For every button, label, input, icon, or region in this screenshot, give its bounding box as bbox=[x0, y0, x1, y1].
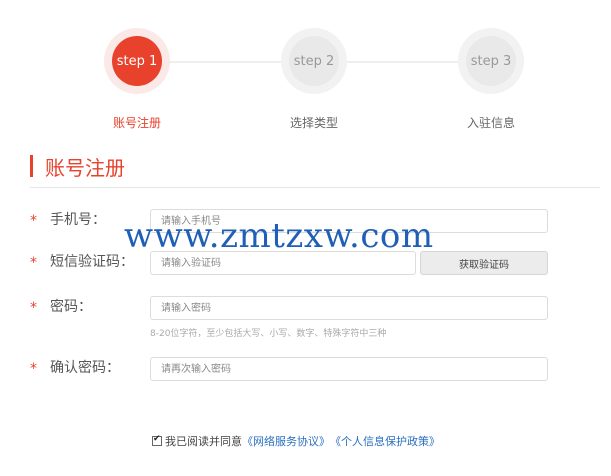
required-mark: * bbox=[30, 255, 37, 271]
step-1-indicator: step 1 bbox=[104, 28, 170, 94]
step-2-label: 选择类型 bbox=[289, 116, 338, 130]
required-mark: * bbox=[30, 213, 37, 229]
step-3-label: 入驻信息 bbox=[466, 116, 515, 130]
confirm-password-label: 确认密码： bbox=[50, 360, 120, 376]
password-label: 密码： bbox=[50, 299, 92, 315]
step-connector bbox=[163, 61, 281, 63]
page-title: 账号注册 bbox=[30, 152, 125, 180]
watermark: www.zmtzxw.com bbox=[124, 216, 434, 256]
page-title-text: 账号注册 bbox=[45, 155, 125, 180]
confirm-row: * 确认密码： bbox=[30, 357, 570, 383]
password-row: * 密码： 8-20位字符，至少包括大写、小写、数字、特殊字符中三种 bbox=[30, 296, 570, 342]
step-1-label: 账号注册 bbox=[112, 116, 161, 130]
required-mark: * bbox=[30, 300, 37, 316]
registration-stepper: step 1 step 2 step 3 账号注册 选择类型 入驻信息 bbox=[0, 0, 611, 140]
step-2-indicator: step 2 bbox=[281, 28, 347, 94]
service-agreement-link[interactable]: 《网络服务协议》 bbox=[242, 433, 330, 449]
confirm-password-input[interactable] bbox=[150, 357, 548, 381]
sms-label: 短信验证码： bbox=[50, 254, 134, 270]
step-3-indicator: step 3 bbox=[458, 28, 524, 94]
step-2-badge: step 2 bbox=[289, 36, 339, 86]
agreement-row: 我已阅读并同意 《网络服务协议》 《个人信息保护政策》 bbox=[152, 433, 440, 449]
phone-label: 手机号： bbox=[50, 212, 106, 228]
agreement-text: 我已阅读并同意 bbox=[165, 435, 242, 448]
password-hint: 8-20位字符，至少包括大写、小写、数字、特殊字符中三种 bbox=[150, 329, 387, 339]
step-1-badge: step 1 bbox=[112, 36, 162, 86]
required-mark: * bbox=[30, 361, 37, 377]
title-divider bbox=[30, 187, 600, 188]
privacy-policy-link[interactable]: 《个人信息保护政策》 bbox=[330, 433, 440, 449]
step-3-badge: step 3 bbox=[466, 36, 516, 86]
get-code-button[interactable]: 获取验证码 bbox=[420, 251, 548, 275]
title-accent-bar bbox=[30, 155, 33, 177]
password-input[interactable] bbox=[150, 296, 548, 320]
agree-checkbox[interactable] bbox=[152, 434, 162, 446]
step-connector bbox=[340, 61, 458, 63]
